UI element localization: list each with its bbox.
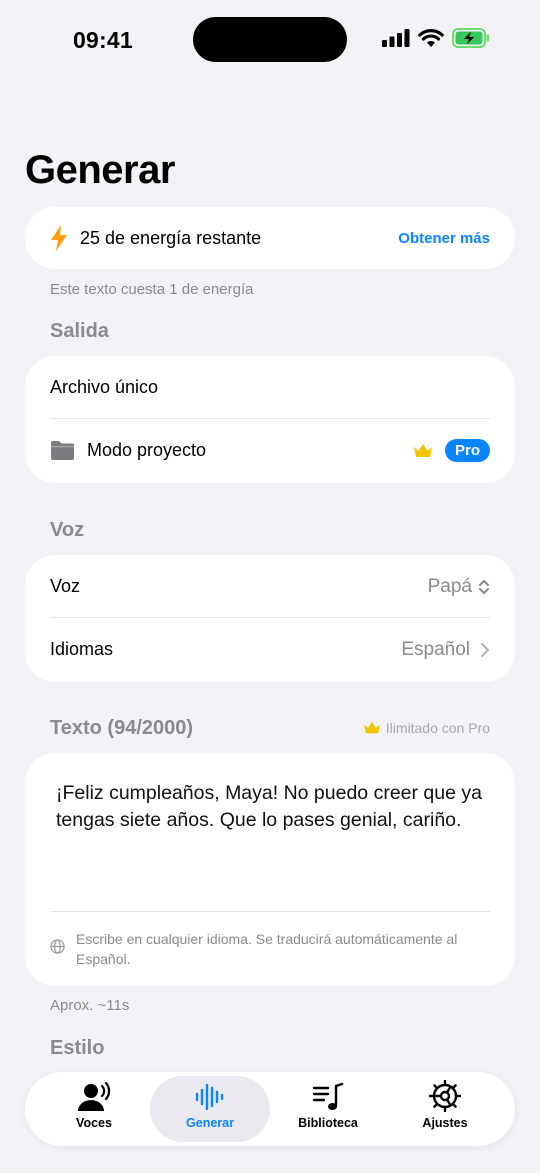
- languages-label: Idiomas: [50, 639, 114, 659]
- tab-bar: Voces Generar Biblioteca Ajustes: [25, 1072, 515, 1146]
- get-more-button[interactable]: Obtener más: [398, 230, 490, 247]
- crown-icon: [413, 443, 432, 457]
- tab-ajustes[interactable]: Ajustes: [385, 1076, 505, 1142]
- output-section-header: Salida: [50, 320, 109, 342]
- style-section-header: Estilo: [50, 1037, 105, 1059]
- text-input[interactable]: ¡Feliz cumpleaños, Maya! No puedo creer …: [56, 780, 487, 834]
- divider: [50, 911, 490, 912]
- output-card: Archivo único Modo proyecto Pro: [25, 356, 515, 483]
- chevron-up-down-icon: [479, 579, 489, 594]
- languages-selector[interactable]: Idiomas Español: [25, 618, 515, 681]
- voice-selector[interactable]: Voz Papá: [25, 555, 515, 618]
- project-mode-label: Modo proyecto: [87, 440, 207, 460]
- status-icons: [382, 28, 490, 48]
- voice-card: Voz Papá Idiomas Español: [25, 555, 515, 682]
- pro-badge: Pro: [444, 439, 490, 462]
- tab-biblioteca[interactable]: Biblioteca: [268, 1076, 388, 1142]
- waveform-icon: [195, 1083, 224, 1111]
- battery-charging-icon: [452, 28, 489, 48]
- single-file-option[interactable]: Archivo único: [25, 356, 515, 419]
- text-section-header: Texto (94/2000): [50, 717, 194, 739]
- status-bar: 09:41: [0, 0, 540, 80]
- energy-card: 25 de energía restante Obtener más: [25, 207, 515, 269]
- tab-voces[interactable]: Voces: [34, 1076, 154, 1142]
- crown-icon: [363, 721, 380, 734]
- cellular-signal-icon: [382, 29, 410, 47]
- energy-bolt-icon: [51, 225, 67, 251]
- voice-value: Papá: [427, 575, 472, 597]
- voice-label: Voz: [50, 576, 81, 596]
- status-time: 09:41: [73, 27, 133, 53]
- page-title: Generar: [25, 148, 175, 192]
- wifi-icon: [418, 28, 444, 47]
- project-mode-option[interactable]: Modo proyecto Pro: [25, 419, 515, 482]
- voices-icon: [78, 1082, 111, 1111]
- energy-cost-note: Este texto cuesta 1 de energía: [50, 281, 254, 298]
- gear-icon: [429, 1080, 461, 1112]
- voice-section-header: Voz: [50, 519, 85, 541]
- chevron-right-icon: [481, 642, 489, 657]
- folder-icon: [51, 441, 74, 460]
- duration-estimate: Aprox. ~11s: [50, 997, 130, 1014]
- tab-ajustes-label: Ajustes: [422, 1116, 468, 1130]
- dynamic-island: [193, 17, 347, 62]
- energy-remaining: 25 de energía restante: [80, 227, 262, 248]
- unlimited-pro-label: Ilimitado con Pro: [385, 720, 490, 736]
- languages-value: Español: [401, 638, 470, 660]
- tab-voces-label: Voces: [76, 1116, 112, 1130]
- tab-generar[interactable]: Generar: [150, 1076, 270, 1142]
- unlimited-pro-note: Ilimitado con Pro: [363, 720, 490, 736]
- tab-generar-label: Generar: [186, 1116, 234, 1130]
- translation-hint: Escribe en cualquier idioma. Se traducir…: [76, 931, 458, 967]
- globe-icon: [50, 939, 65, 954]
- tab-biblioteca-label: Biblioteca: [298, 1116, 358, 1130]
- music-list-icon: [312, 1082, 344, 1110]
- single-file-label: Archivo único: [50, 377, 159, 397]
- text-card: ¡Feliz cumpleaños, Maya! No puedo creer …: [25, 753, 515, 986]
